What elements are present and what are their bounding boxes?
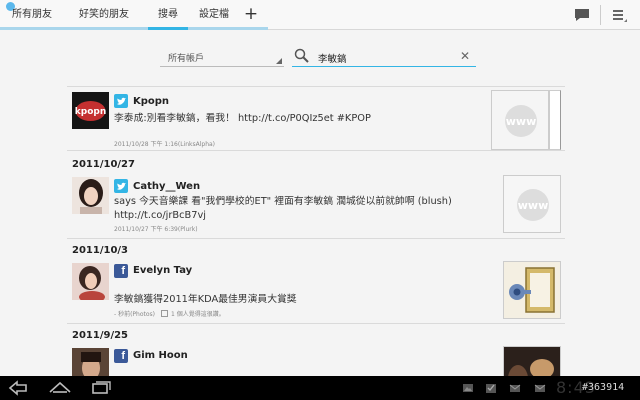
divider [67,86,565,87]
svg-text:www: www [518,199,549,212]
web-link-icon: www [492,91,550,149]
account-select[interactable]: 所有帳戶 [160,47,284,67]
add-tab-button[interactable]: + [243,3,259,25]
avatar [72,348,109,376]
twitter-icon [114,94,128,108]
avatar-photo-icon [72,348,109,376]
post-author[interactable]: Gim Hoon [133,350,188,361]
system-bar: 8:43 [0,376,640,400]
recent-apps-icon[interactable] [88,379,114,397]
avatar-photo-icon [72,177,109,214]
search-input[interactable]: 李敏鎬 ✕ [292,46,476,67]
download-done-icon[interactable] [485,382,497,394]
post-author[interactable]: Evelyn Tay [133,265,192,276]
photo-icon [504,262,560,318]
tab-search[interactable]: 搜尋 [148,0,188,30]
post-author[interactable]: Cathy__Wen [133,181,200,192]
post-meta: - 秒前(Photos) 1 個人覺得這很讚。 [114,309,225,318]
divider [67,323,565,324]
email-icon[interactable] [534,382,546,394]
divider [67,150,565,151]
tab-all-friends[interactable]: 所有朋友 [4,0,60,30]
list-item[interactable]: Cathy__Wen says 今天音樂課 看"我們學校的ET" 裡面有李敏鎬 … [67,175,565,235]
dropdown-corner-icon [276,58,282,64]
date-header: 2011/9/25 [72,330,129,341]
action-bar-separator [600,5,601,25]
photo-thumbnail[interactable] [503,261,561,319]
facebook-icon: f [114,349,128,363]
tab-profile[interactable]: 設定檔 [192,0,236,30]
post-time: - 秒前(Photos) [114,311,155,318]
avatar [72,263,109,300]
watermark-text: #363914 [582,382,625,393]
svg-text:www: www [506,115,537,128]
date-header: 2011/10/27 [72,159,135,170]
post-meta: 2011/10/27 下午 6:39(Plurk) [114,226,198,233]
list-item[interactable]: f Gim Hoon [67,346,565,376]
kpopn-logo-icon: kpopn [72,92,109,129]
search-icon [294,48,309,63]
like-count: 1 個人覺得這很讚。 [171,311,225,318]
tab-funny-friends[interactable]: 好笑的朋友 [72,0,136,30]
post-text: 李敏鎬獲得2011年KDA最佳男演員大賞獎 [114,294,297,305]
svg-text:kpopn: kpopn [75,107,106,117]
facebook-icon: f [114,264,128,278]
post-text: says 今天音樂課 看"我們學校的ET" 裡面有李敏鎬 濶城從以前就帥啊 (b… [114,196,452,221]
account-select-value: 所有帳戶 [168,54,205,64]
avatar: kpopn [72,92,109,129]
web-link-icon: www [504,176,560,232]
overflow-menu-icon[interactable] [610,6,628,24]
avatar-photo-icon [72,263,109,300]
email-icon[interactable] [509,382,521,394]
compose-icon[interactable] [573,6,591,24]
photo-thumbnail[interactable] [503,346,561,376]
date-header: 2011/10/3 [72,245,129,256]
photo-icon [504,347,560,376]
search-results-list[interactable]: kpopn Kpopn 李泰成:別看李敏鎬，看我！ http://t.co/P0… [67,86,565,376]
list-item[interactable]: kpopn Kpopn 李泰成:別看李敏鎬，看我！ http://t.co/P0… [67,90,565,150]
like-icon [161,310,168,317]
gallery-notification-icon[interactable] [462,382,474,394]
link-thumbnail[interactable]: www [503,175,561,233]
divider [67,238,565,239]
list-item[interactable]: f Evelyn Tay 李敏鎬獲得2011年KDA最佳男演員大賞獎 - 秒前(… [67,261,565,327]
post-meta: 2011/10/28 下午 1:16(LinksAlpha) [114,141,216,148]
post-author[interactable]: Kpopn [133,96,169,107]
link-thumbnail[interactable]: www [491,90,561,150]
avatar [72,177,109,214]
twitter-icon [114,179,128,193]
search-query: 李敏鎬 [318,54,347,65]
action-bar: 所有朋友 好笑的朋友 搜尋 設定檔 + [0,0,640,30]
clear-search-icon[interactable]: ✕ [460,49,470,63]
home-icon[interactable] [47,379,73,397]
post-text: 李泰成:別看李敏鎬，看我！ http://t.co/P0QIz5et #KPOP [114,113,371,124]
back-icon[interactable] [6,379,32,397]
